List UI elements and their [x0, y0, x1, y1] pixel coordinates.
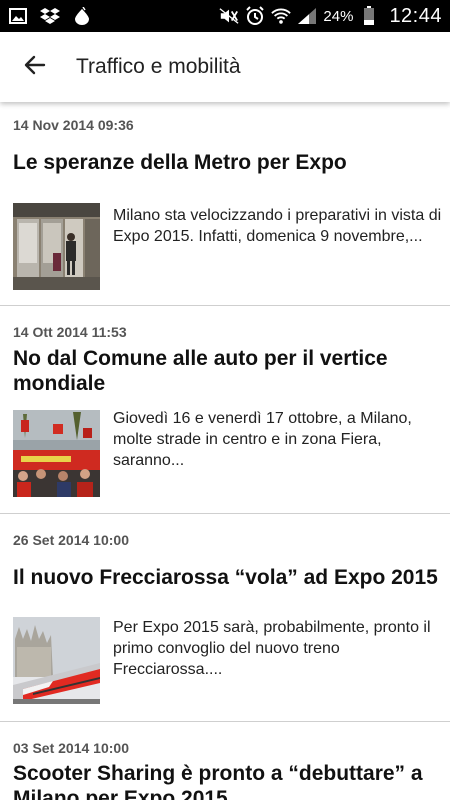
article-date: 14 Nov 2014 09:36 [13, 117, 134, 133]
arrow-left-icon [23, 53, 47, 82]
article-title[interactable]: Il nuovo Frecciarossa “vola” ad Expo 201… [13, 565, 438, 590]
article-item[interactable]: 26 Set 2014 10:00 Il nuovo Frecciarossa … [0, 514, 450, 722]
back-button[interactable] [0, 32, 70, 102]
article-excerpt: Giovedì 16 e venerdì 17 ottobre, a Milan… [113, 410, 412, 469]
status-bar: 24% 12:44 [0, 0, 450, 32]
clock: 12:44 [389, 4, 442, 27]
drop-icon [72, 6, 92, 26]
article-date: 14 Ott 2014 11:53 [13, 324, 127, 340]
article-title[interactable]: Scooter Sharing è pronto a “debuttare” a… [13, 761, 438, 800]
article-date: 26 Set 2014 10:00 [13, 532, 129, 548]
dropbox-icon [40, 6, 60, 26]
status-left-icons [8, 6, 92, 26]
article-thumbnail[interactable] [13, 410, 100, 497]
article-list: 14 Nov 2014 09:36 Le speranze della Metr… [0, 102, 450, 800]
status-right-icons: 24% 12:44 [219, 5, 442, 28]
article-title[interactable]: No dal Comune alle auto per il vertice m… [13, 346, 438, 396]
article-item[interactable]: 14 Nov 2014 09:36 Le speranze della Metr… [0, 102, 450, 306]
article-date: 03 Set 2014 10:00 [13, 740, 129, 756]
wifi-icon [271, 6, 292, 26]
article-item[interactable]: 03 Set 2014 10:00 Scooter Sharing è pron… [0, 722, 450, 800]
gallery-icon [8, 6, 28, 26]
app-bar: Traffico e mobilità [0, 32, 450, 102]
article-excerpt: Per Expo 2015 sarà, probabilmente, pront… [113, 619, 431, 678]
article-thumbnail[interactable] [13, 203, 100, 290]
battery-icon [359, 6, 379, 26]
mute-icon [219, 6, 239, 26]
article-thumbnail[interactable] [13, 617, 100, 704]
battery-percent: 24% [323, 7, 354, 25]
signal-icon [297, 6, 317, 26]
alarm-icon [245, 6, 265, 26]
article-title[interactable]: Le speranze della Metro per Expo [13, 150, 438, 175]
page-title: Traffico e mobilità [76, 55, 241, 78]
article-item[interactable]: 14 Ott 2014 11:53 No dal Comune alle aut… [0, 306, 450, 514]
article-excerpt: Milano sta velocizzando i preparativi in… [113, 207, 442, 245]
